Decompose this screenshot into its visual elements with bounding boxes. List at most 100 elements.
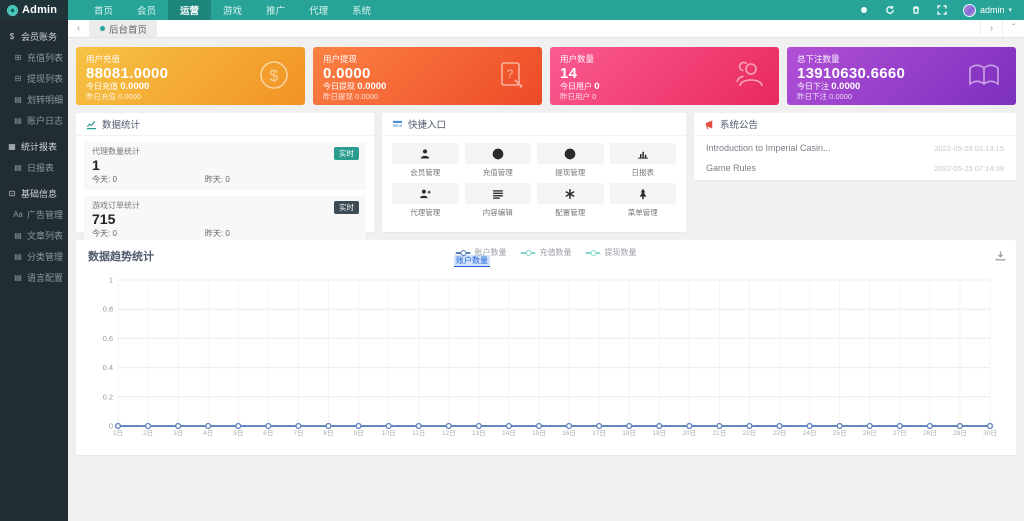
- nav-item-agents[interactable]: 代理: [297, 0, 340, 20]
- fullscreen-icon[interactable]: [937, 5, 947, 15]
- notice-item[interactable]: Introduction to Imperial Casin... 2022-0…: [694, 138, 1016, 158]
- tab-back-button[interactable]: ‹: [68, 20, 90, 37]
- svg-text:10日: 10日: [382, 429, 396, 437]
- tile-menu-management[interactable]: 菜单管理: [610, 183, 677, 218]
- stat-card-user-count: 用户数量 14 今日用户 0 昨日用户 0: [550, 47, 779, 105]
- sidebar-section-reports[interactable]: ▦统计报表: [0, 136, 68, 157]
- plus-square-icon: ⊞: [13, 53, 23, 62]
- nav-item-games[interactable]: 游戏: [211, 0, 254, 20]
- agent-count-block: 代理数量统计 1 今天: 0昨天: 0 实时: [84, 142, 366, 190]
- brand-name: Admin: [22, 4, 57, 16]
- download-icon[interactable]: [995, 248, 1006, 266]
- tile-config-management[interactable]: 配置管理: [537, 183, 604, 218]
- svg-text:24日: 24日: [803, 429, 817, 437]
- copy-icon: ⊡: [7, 189, 17, 198]
- table-icon: ▤: [13, 163, 23, 172]
- tile-withdraw-management[interactable]: 提现管理: [537, 143, 604, 178]
- sidebar-section-member-finance[interactable]: $会员账务: [0, 26, 68, 47]
- tile-content-edit[interactable]: 内容编辑: [465, 183, 532, 218]
- svg-text:1日: 1日: [113, 429, 123, 437]
- nav-item-promotion[interactable]: 推广: [254, 0, 297, 20]
- sidebar-item-account-log[interactable]: ▤账户日志: [0, 110, 68, 131]
- realtime-badge: 实时: [334, 201, 359, 214]
- sidebar-item-recharge-list[interactable]: ⊞充值列表: [0, 47, 68, 68]
- svg-text:12日: 12日: [442, 429, 456, 437]
- nav-item-operations[interactable]: 运营: [168, 0, 211, 20]
- svg-text:26日: 26日: [863, 429, 877, 437]
- tile-daily-report[interactable]: 日报表: [610, 143, 677, 178]
- stat-card-user-recharge: 用户充值 88081.0000 今日充值 0.0000 昨日充值 0.0000 …: [76, 47, 305, 105]
- tab-forward-button[interactable]: ›: [980, 20, 1002, 37]
- sidebar-item-language-config[interactable]: ▤语言配置: [0, 267, 68, 288]
- font-icon: Aa: [13, 210, 23, 219]
- sidebar-item-transfer-detail[interactable]: ▤划转明细: [0, 89, 68, 110]
- line-chart-icon: [86, 119, 97, 130]
- sidebar-item-category-management[interactable]: ▤分类管理: [0, 246, 68, 267]
- svg-text:16日: 16日: [562, 429, 576, 437]
- circle-down-icon: [492, 148, 504, 160]
- username: admin: [980, 5, 1005, 15]
- svg-text:?: ?: [507, 67, 514, 81]
- refresh-icon[interactable]: [885, 5, 895, 15]
- sidebar-item-withdraw-list[interactable]: ⊟提现列表: [0, 68, 68, 89]
- tab-collapse-button[interactable]: ˇ: [1002, 20, 1024, 37]
- legend-recharge-count[interactable]: 充值数量: [521, 247, 572, 258]
- nav-item-home[interactable]: 首页: [82, 0, 125, 20]
- legend-marker-icon: [456, 252, 471, 254]
- nav-item-members[interactable]: 会员: [125, 0, 168, 20]
- tile-agent-management[interactable]: 代理管理: [392, 183, 459, 218]
- trend-chart-panel: 数据趋势统计 账户数量 充值数量 提现数量 账户数量 00.20.40.60.8…: [76, 240, 1016, 455]
- svg-text:23日: 23日: [773, 429, 787, 437]
- data-stats-header: 数据统计: [76, 113, 374, 136]
- svg-text:19日: 19日: [652, 429, 666, 437]
- sidebar-item-article-list[interactable]: ▤文章列表: [0, 225, 68, 246]
- dollar-circle-icon: $: [257, 58, 291, 97]
- svg-text:0.2: 0.2: [103, 392, 113, 401]
- stat-cards-row: 用户充值 88081.0000 今日充值 0.0000 昨日充值 0.0000 …: [76, 47, 1016, 105]
- withdraw-doc-icon: ?: [494, 58, 528, 97]
- svg-text:9日: 9日: [353, 429, 363, 437]
- svg-text:25日: 25日: [833, 429, 847, 437]
- legend-marker-icon: [521, 252, 536, 254]
- svg-text:30日: 30日: [983, 429, 997, 437]
- trash-icon[interactable]: [911, 5, 921, 15]
- sidebar-item-daily-report[interactable]: ▤日报表: [0, 157, 68, 178]
- svg-text:11日: 11日: [412, 429, 425, 437]
- legend-tooltip: 账户数量: [454, 255, 490, 267]
- svg-text:15日: 15日: [532, 429, 546, 437]
- svg-text:13日: 13日: [472, 429, 486, 437]
- svg-text:0.6: 0.6: [103, 334, 113, 343]
- tab-label: 后台首页: [109, 22, 147, 36]
- user-menu[interactable]: admin ▾: [963, 4, 1012, 17]
- svg-text:28日: 28日: [923, 429, 937, 437]
- nav-item-system[interactable]: 系统: [340, 0, 383, 20]
- tile-member-management[interactable]: 会员管理: [392, 143, 459, 178]
- table-icon: ▤: [13, 231, 23, 240]
- top-nav: 首页 会员 运营 游戏 推广 代理 系统: [82, 0, 383, 20]
- user-plus-icon: [419, 188, 431, 200]
- tab-active-dot: [100, 26, 105, 31]
- brand[interactable]: Admin: [0, 0, 68, 20]
- system-notice-panel: 系统公告 Introduction to Imperial Casin... 2…: [694, 113, 1016, 180]
- notice-item[interactable]: Game Rules 2022-05-25 07:14:39: [694, 158, 1016, 178]
- svg-text:0.4: 0.4: [103, 363, 113, 372]
- legend-withdraw-count[interactable]: 提现数量: [586, 247, 637, 258]
- svg-text:14日: 14日: [502, 429, 516, 437]
- sidebar-section-basic-info[interactable]: ⊡基础信息: [0, 183, 68, 204]
- tile-recharge-management[interactable]: 充值管理: [465, 143, 532, 178]
- svg-text:17日: 17日: [592, 429, 606, 437]
- svg-text:8日: 8日: [323, 429, 333, 437]
- game-order-block: 游戏订单统计 715 今天: 0昨天: 0 实时: [84, 196, 366, 244]
- trend-line-chart: 00.20.40.60.811日2日3日4日5日6日7日8日9日10日11日12…: [88, 274, 1004, 447]
- quick-entry-panel: 快捷入口 会员管理 充值管理 提现管理: [382, 113, 686, 232]
- data-stats-panel: 数据统计 代理数量统计 1 今天: 0昨天: 0 实时 游戏订单统计 715 今…: [76, 113, 374, 232]
- tab-home[interactable]: 后台首页: [90, 20, 157, 37]
- svg-text:7日: 7日: [293, 429, 303, 437]
- theme-dot-icon[interactable]: [859, 5, 869, 15]
- svg-text:6日: 6日: [263, 429, 273, 437]
- sidebar-item-ad-management[interactable]: Aa广告管理: [0, 204, 68, 225]
- legend-marker-icon: [586, 252, 601, 254]
- list-icon: [492, 188, 504, 200]
- svg-text:18日: 18日: [622, 429, 636, 437]
- system-notice-header: 系统公告: [694, 113, 1016, 136]
